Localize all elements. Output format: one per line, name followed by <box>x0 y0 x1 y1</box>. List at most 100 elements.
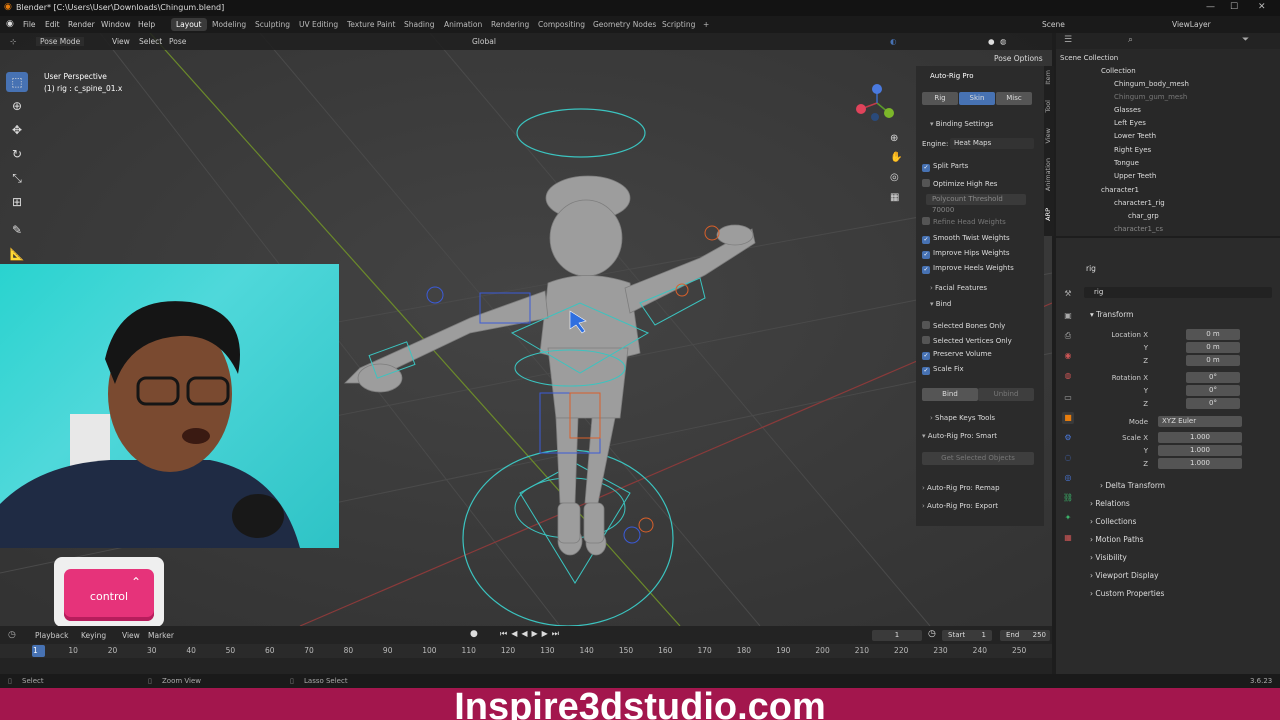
cursor-tool-icon[interactable]: ⊕ <box>6 96 28 116</box>
constraint-props-icon[interactable]: ⛓ <box>1062 492 1074 504</box>
viewlayer-selector[interactable]: ViewLayer <box>1172 20 1211 29</box>
relations-header[interactable]: › Relations <box>1090 499 1130 508</box>
optimize-high-res-checkbox[interactable]: Optimize High Res <box>922 179 1042 188</box>
tab-item[interactable]: Item <box>1044 70 1054 85</box>
preview-range-icon[interactable]: ◷ <box>928 629 936 639</box>
pose-options-button[interactable]: Pose Options <box>994 54 1043 63</box>
outliner-editor-icon[interactable]: ☰ <box>1064 35 1072 45</box>
unbind-button[interactable]: Unbind <box>978 388 1034 401</box>
outliner-filter-icon[interactable]: ⏷ <box>1242 35 1249 45</box>
tab-misc[interactable]: Misc <box>996 92 1032 105</box>
tab-uv-editing[interactable]: UV Editing <box>294 18 343 31</box>
custom-properties-header[interactable]: › Custom Properties <box>1090 589 1164 598</box>
selected-vertices-only-checkbox[interactable]: Selected Vertices Only <box>922 336 1042 345</box>
timeline-editor-icon[interactable]: ◷ <box>8 630 16 640</box>
scene-props-icon[interactable]: ◉ <box>1062 350 1074 362</box>
menu-marker[interactable]: Marker <box>148 631 174 640</box>
frame-ruler[interactable]: 1 10 20 30 40 50 60 70 80 90 100 110 120 130 140 150 160… <box>0 644 1052 658</box>
overlay-toggle-icon[interactable]: ◐ <box>890 37 897 46</box>
outliner-item-gum-mesh[interactable]: Chingum_gum_mesh <box>1056 91 1280 104</box>
outliner-item-character1[interactable]: character1 <box>1056 184 1280 197</box>
record-icon[interactable]: ● <box>470 629 478 639</box>
tab-sculpting[interactable]: Sculpting <box>250 18 295 31</box>
menu-pose[interactable]: Pose <box>169 37 186 46</box>
world-props-icon[interactable]: ◍ <box>1062 370 1074 382</box>
material-shading-icon[interactable]: ◍ <box>1000 37 1007 46</box>
playback-controls-icon[interactable]: ⏮◀◀▶▶⏭ <box>500 629 563 639</box>
menu-edit[interactable]: Edit <box>45 20 60 29</box>
rotation-y-field[interactable]: 0° <box>1186 385 1240 396</box>
smooth-twist-checkbox[interactable]: ✓ Smooth Twist Weights <box>922 234 1042 244</box>
end-frame-field[interactable]: End 250 <box>1000 630 1050 641</box>
refine-head-weights-checkbox[interactable]: Refine Head Weights <box>922 217 1042 226</box>
bind-button[interactable]: Bind <box>922 388 978 401</box>
collections-header[interactable]: › Collections <box>1090 517 1136 526</box>
menu-timeline-view[interactable]: View <box>122 631 140 640</box>
menu-file[interactable]: File <box>23 20 36 29</box>
move-tool-icon[interactable]: ✥ <box>6 120 28 140</box>
outliner-search-icon[interactable]: ⌕ <box>1128 35 1133 45</box>
location-z-field[interactable]: 0 m <box>1186 355 1240 366</box>
rotation-mode-select[interactable]: XYZ Euler <box>1158 416 1242 427</box>
measure-tool-icon[interactable]: 📐 <box>6 244 28 264</box>
bind-header[interactable]: ▾ Bind <box>930 300 1040 308</box>
pan-hand-icon[interactable]: ✋ <box>890 152 902 163</box>
output-props-icon[interactable]: ⎙ <box>1062 330 1074 342</box>
object-props-icon[interactable]: ■ <box>1062 412 1074 424</box>
orientation-selector[interactable]: Global <box>472 37 496 46</box>
annotate-tool-icon[interactable]: ✎ <box>6 220 28 240</box>
tab-compositing[interactable]: Compositing <box>533 18 590 31</box>
scale-tool-icon[interactable]: ⤡ <box>6 168 28 188</box>
tab-geometry-nodes[interactable]: Geometry Nodes <box>588 18 661 31</box>
arp-export-header[interactable]: › Auto-Rig Pro: Export <box>922 502 1042 510</box>
motion-paths-header[interactable]: › Motion Paths <box>1090 535 1144 544</box>
tab-skin[interactable]: Skin <box>959 92 995 105</box>
physics-props-icon[interactable]: ◎ <box>1062 472 1074 484</box>
preserve-volume-checkbox[interactable]: ✓ Preserve Volume <box>922 350 1042 360</box>
solid-shading-icon[interactable]: ● <box>988 37 995 46</box>
tab-layout[interactable]: Layout <box>171 18 207 31</box>
split-parts-checkbox[interactable]: ✓ Split Parts <box>922 162 1042 172</box>
facial-features-header[interactable]: › Facial Features <box>930 284 1040 292</box>
collection-props-icon[interactable]: ▭ <box>1062 392 1074 404</box>
tab-texture-paint[interactable]: Texture Paint <box>342 18 400 31</box>
rotation-x-field[interactable]: 0° <box>1186 372 1240 383</box>
scale-x-field[interactable]: 1.000 <box>1158 432 1242 443</box>
tool-props-icon[interactable]: ⚒ <box>1062 288 1074 300</box>
selected-bones-only-checkbox[interactable]: Selected Bones Only <box>922 321 1042 330</box>
visibility-header[interactable]: › Visibility <box>1090 553 1127 562</box>
location-y-field[interactable]: 0 m <box>1186 342 1240 353</box>
blender-menu-icon[interactable]: ◉ <box>6 19 14 29</box>
particles-props-icon[interactable]: ◌ <box>1062 452 1074 464</box>
tab-view[interactable]: View <box>1044 128 1054 143</box>
outliner-item-character1-rig[interactable]: character1_rig <box>1056 197 1280 210</box>
menu-playback[interactable]: Playback <box>35 631 68 640</box>
arp-smart-header[interactable]: ▾ Auto-Rig Pro: Smart <box>922 432 1042 440</box>
viewport-display-header[interactable]: › Viewport Display <box>1090 571 1159 580</box>
outliner-item-glasses[interactable]: Glasses <box>1056 104 1280 117</box>
scene-selector[interactable]: Scene <box>1042 20 1065 29</box>
tab-arp[interactable]: ARP <box>1044 208 1054 221</box>
menu-render[interactable]: Render <box>68 20 95 29</box>
rotation-z-field[interactable]: 0° <box>1186 398 1240 409</box>
location-x-field[interactable]: 0 m <box>1186 329 1240 340</box>
mode-selector[interactable]: Pose Mode <box>36 37 85 46</box>
tab-rig[interactable]: Rig <box>922 92 958 105</box>
menu-help[interactable]: Help <box>138 20 155 29</box>
menu-select[interactable]: Select <box>139 37 162 46</box>
zoom-icon[interactable]: ⊕ <box>890 133 898 144</box>
tab-animation[interactable]: Animation <box>439 18 487 31</box>
scale-z-field[interactable]: 1.000 <box>1158 458 1242 469</box>
grid-view-icon[interactable]: ▦ <box>890 192 899 203</box>
data-name-field[interactable]: rig <box>1084 287 1272 298</box>
outliner-item-left-eyes[interactable]: Left Eyes <box>1056 117 1280 130</box>
scale-y-field[interactable]: 1.000 <box>1158 445 1242 456</box>
binding-settings-header[interactable]: ▾ Binding Settings <box>930 120 1040 128</box>
tab-rendering[interactable]: Rendering <box>486 18 534 31</box>
transform-header[interactable]: ▾ Transform <box>1090 310 1133 319</box>
engine-select[interactable]: Heat Maps <box>950 138 1034 149</box>
menu-window[interactable]: Window <box>101 20 131 29</box>
arp-remap-header[interactable]: › Auto-Rig Pro: Remap <box>922 484 1042 492</box>
outliner-item-right-eyes[interactable]: Right Eyes <box>1056 144 1280 157</box>
editor-type-icon[interactable]: ⊹ <box>10 37 16 46</box>
